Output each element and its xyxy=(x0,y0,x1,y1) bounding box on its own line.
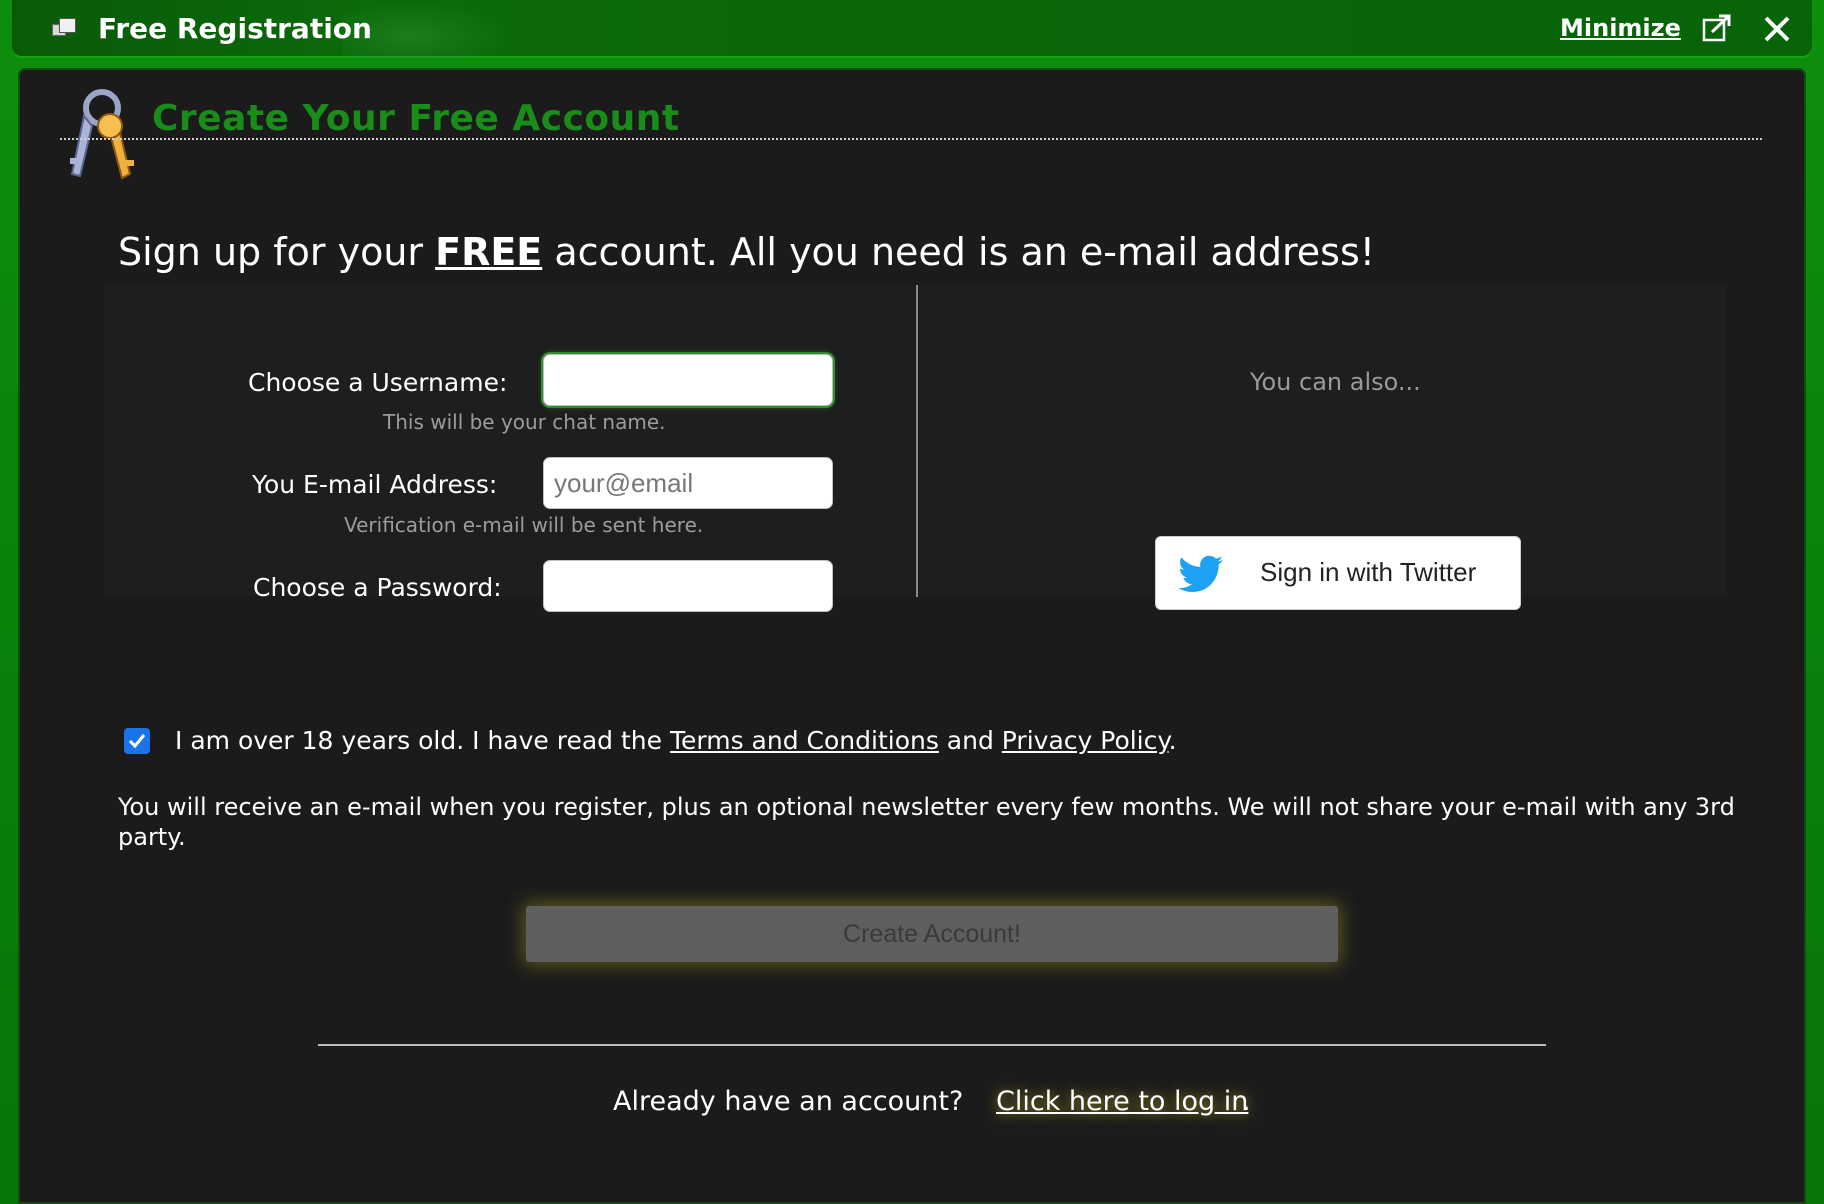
email-hint: Verification e-mail will be sent here. xyxy=(344,513,704,537)
window-title: Free Registration xyxy=(98,12,372,45)
checkmark-icon xyxy=(128,734,146,749)
registration-window: Free Registration Minimize Create Your F… xyxy=(0,0,1824,1204)
email-label: You E-mail Address: xyxy=(252,470,498,499)
username-input[interactable] xyxy=(543,354,833,406)
intro-free-emphasis: FREE xyxy=(435,230,543,274)
terms-after: . xyxy=(1168,726,1177,755)
twitter-signin-label: Sign in with Twitter xyxy=(1260,557,1477,587)
form-divider xyxy=(916,285,918,597)
title-bar: Free Registration Minimize xyxy=(12,0,1812,60)
twitter-signin-button[interactable]: Sign in with Twitter xyxy=(1155,536,1521,610)
bottom-divider xyxy=(318,1044,1546,1046)
login-link[interactable]: Click here to log in xyxy=(996,1086,1248,1117)
close-icon[interactable] xyxy=(1762,14,1792,44)
terms-link[interactable]: Terms and Conditions xyxy=(670,726,939,755)
intro-after: account. All you need is an e-mail addre… xyxy=(542,230,1376,274)
password-label: Choose a Password: xyxy=(253,573,502,602)
intro-text: Sign up for your FREE account. All you n… xyxy=(118,230,1375,274)
password-input[interactable] xyxy=(543,560,833,612)
minimize-button[interactable]: Minimize xyxy=(1560,14,1681,42)
heading-divider xyxy=(60,138,1762,140)
age-terms-text: I am over 18 years old. I have read the … xyxy=(175,726,1177,755)
terms-middle: and xyxy=(938,726,1002,755)
email-input[interactable] xyxy=(543,457,833,509)
terms-before: I am over 18 years old. I have read the xyxy=(175,726,670,755)
login-period: . xyxy=(1242,1086,1251,1117)
privacy-link[interactable]: Privacy Policy xyxy=(1002,726,1169,755)
already-account-text: Already have an account? xyxy=(613,1086,964,1117)
window-menu-icon[interactable] xyxy=(52,16,76,38)
popout-icon[interactable] xyxy=(1702,14,1732,42)
age-terms-checkbox[interactable] xyxy=(124,728,150,754)
username-label: Choose a Username: xyxy=(248,368,508,397)
registration-panel: Create Your Free Account Sign up for you… xyxy=(18,68,1806,1204)
alternatives-text: You can also... xyxy=(1250,368,1421,396)
create-account-button[interactable]: Create Account! xyxy=(526,906,1338,962)
email-notice: You will receive an e-mail when you regi… xyxy=(118,793,1735,851)
panel-heading: Create Your Free Account xyxy=(152,98,680,139)
username-hint: This will be your chat name. xyxy=(383,410,666,434)
twitter-bird-icon xyxy=(1178,555,1224,592)
keys-icon xyxy=(70,89,134,180)
intro-before: Sign up for your xyxy=(118,230,436,274)
